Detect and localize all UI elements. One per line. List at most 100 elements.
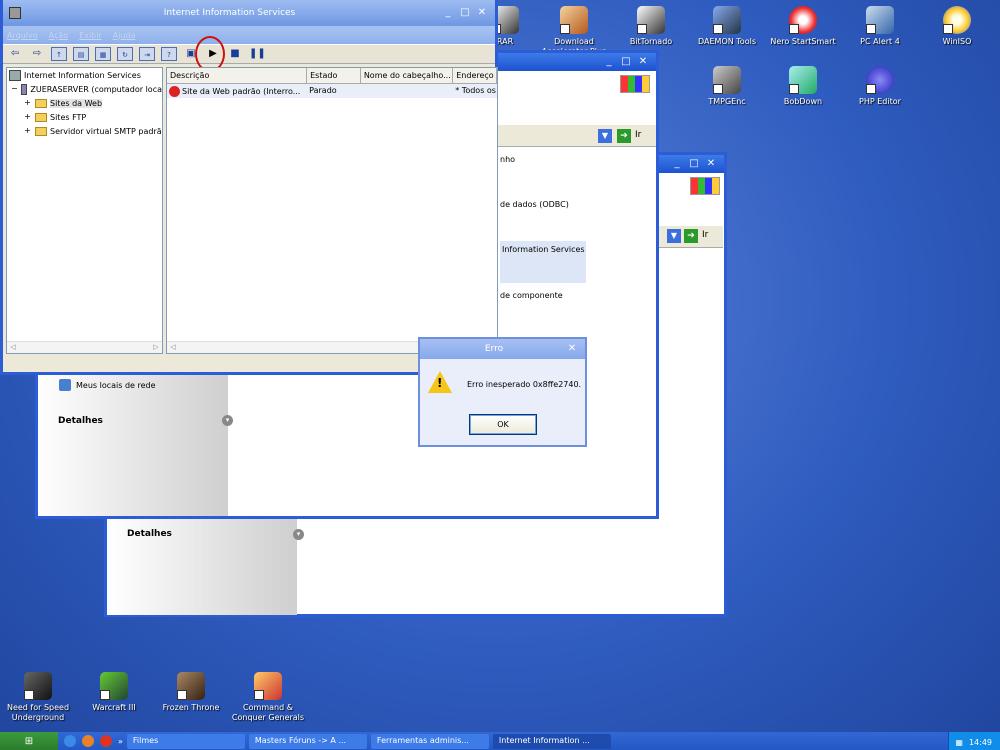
column-nome-cabecalho[interactable]: Nome do cabeçalho... — [360, 68, 454, 84]
mail-server-icon — [35, 126, 47, 136]
go-arrow-icon[interactable]: ➔ — [617, 129, 631, 143]
menu-arquivo[interactable]: Arquivo — [7, 31, 38, 40]
properties-icon[interactable]: ▦ — [95, 47, 111, 61]
panel-item-3[interactable]: Information Services — [502, 245, 585, 254]
desktop-icon-bittornado[interactable]: BitTornado — [611, 6, 691, 47]
scroll-left-icon[interactable]: ◁ — [168, 343, 178, 353]
tree-pane: Internet Information Services − ZUERASER… — [6, 67, 163, 354]
ok-button[interactable]: OK — [469, 414, 537, 435]
winiso-icon — [943, 6, 971, 34]
tree-item-sites-ftp[interactable]: + Sites FTP — [7, 110, 162, 124]
panel-item-4[interactable]: de componente — [500, 291, 563, 300]
tree-server[interactable]: − ZUERASERVER (computador loca — [7, 82, 162, 96]
menu-exibir[interactable]: Exibir — [79, 31, 102, 40]
iis-window[interactable]: Internet Information Services _ □ ✕ Arqu… — [0, 0, 498, 375]
expand-details-icon[interactable]: ▾ — [222, 415, 233, 426]
maximize-button[interactable]: □ — [687, 157, 701, 171]
nfs-icon — [24, 672, 52, 700]
iis-title: Internet Information Services — [163, 8, 296, 18]
menu-ajuda[interactable]: Ajuda — [113, 31, 136, 40]
quicklaunch-ie-icon[interactable] — [64, 735, 76, 747]
task-iis[interactable]: Internet Information ... — [492, 733, 611, 749]
start-button[interactable]: ⊞ — [0, 732, 58, 750]
tree-item-sites-web[interactable]: + Sites da Web — [7, 96, 162, 110]
stop-icon[interactable]: ■ — [227, 47, 243, 61]
go-label[interactable]: Ir — [635, 130, 641, 140]
maximize-button[interactable]: □ — [619, 55, 633, 69]
close-button[interactable]: ✕ — [565, 342, 579, 356]
clock[interactable]: 14:49 — [969, 738, 992, 747]
task-ferramentas[interactable]: Ferramentas adminis... — [370, 733, 489, 749]
desktop-icon-nero[interactable]: Nero StartSmart — [763, 6, 843, 47]
iis-titlebar[interactable]: Internet Information Services _ □ ✕ — [3, 0, 495, 26]
list-pane: Descrição Estado Nome do cabeçalho... En… — [166, 67, 498, 354]
maximize-button[interactable]: □ — [458, 6, 472, 20]
go-arrow-icon[interactable]: ➔ — [684, 229, 698, 243]
scroll-left-icon[interactable]: ◁ — [8, 343, 18, 353]
expand-icon[interactable]: + — [23, 126, 32, 136]
cnc-icon — [254, 672, 282, 700]
error-dialog-title: Erro — [484, 344, 504, 354]
windows-flag-icon: ⊞ — [24, 735, 34, 747]
expand-details-icon[interactable]: ▾ — [293, 529, 304, 540]
close-button[interactable]: ✕ — [636, 55, 650, 69]
desktop-icon-php-editor[interactable]: PHP Editor — [840, 66, 920, 107]
back-arrow-icon[interactable]: ⇦ — [7, 47, 23, 61]
row-endereco: * Todos os — [455, 86, 496, 95]
desktop-icon-pc-alert[interactable]: PC Alert 4 — [840, 6, 920, 47]
minimize-button[interactable]: _ — [441, 6, 455, 20]
network-tray-icon[interactable]: ▦ — [955, 738, 963, 747]
row-estado: Parado — [309, 86, 337, 95]
dropdown-arrow-icon[interactable]: ▼ — [598, 129, 612, 143]
column-estado[interactable]: Estado — [307, 68, 361, 84]
minimize-button[interactable]: _ — [670, 157, 684, 171]
warning-icon: ! — [428, 371, 452, 393]
expand-icon[interactable]: + — [23, 112, 32, 122]
help-icon[interactable]: ? — [161, 47, 177, 61]
desktop-icon-daemon-tools[interactable]: DAEMON Tools — [687, 6, 767, 47]
refresh-icon[interactable]: ↻ — [117, 47, 133, 61]
desktop-icon-frozen-throne[interactable]: Frozen Throne — [151, 672, 231, 713]
folder-icon — [35, 112, 47, 122]
dropdown-arrow-icon[interactable]: ▼ — [667, 229, 681, 243]
column-descricao[interactable]: Descrição — [167, 68, 308, 84]
close-button[interactable]: ✕ — [704, 157, 718, 171]
panel-item-1[interactable]: nho — [500, 155, 515, 164]
desktop-icon-nfs[interactable]: Need for Speed Underground — [0, 672, 78, 723]
task-masters-foruns[interactable]: Masters Fóruns -> A ... — [248, 733, 367, 749]
details-heading: Detalhes — [58, 416, 103, 426]
desktop-icon-cnc[interactable]: Command & Conquer Generals — [228, 672, 308, 723]
network-places-link[interactable]: Meus locais de rede — [76, 381, 156, 390]
expand-icon[interactable]: + — [23, 98, 32, 108]
show-tree-icon[interactable]: ▤ — [73, 47, 89, 61]
desktop-icon-tmpgenc[interactable]: TMPGEnc — [687, 66, 767, 107]
close-button[interactable]: ✕ — [475, 6, 489, 20]
desktop-icon-bobdown[interactable]: BobDown — [763, 66, 843, 107]
quicklaunch-expand-icon[interactable]: » — [118, 737, 123, 746]
desktop-icon-warcraft[interactable]: Warcraft III — [74, 672, 154, 713]
table-row[interactable]: Site da Web padrão (Interro... Parado * … — [167, 84, 497, 98]
forward-arrow-icon[interactable]: ⇨ — [29, 47, 45, 61]
iis-icon — [9, 69, 21, 81]
minimize-button[interactable]: _ — [602, 55, 616, 69]
scroll-right-icon[interactable]: ▷ — [151, 343, 161, 353]
quicklaunch-opera-icon[interactable] — [100, 735, 112, 747]
export-list-icon[interactable]: ⇥ — [139, 47, 155, 61]
php-editor-icon — [866, 66, 894, 94]
collapse-icon[interactable]: − — [11, 84, 18, 94]
error-dialog-titlebar[interactable]: Erro ✕ — [420, 339, 585, 359]
menu-acao[interactable]: Ação — [49, 31, 69, 40]
task-filmes[interactable]: Filmes — [126, 733, 245, 749]
system-tray: ▦ 14:49 — [948, 732, 1000, 750]
pause-icon[interactable]: ❚❚ — [249, 47, 266, 61]
tree-root[interactable]: Internet Information Services — [7, 68, 162, 82]
go-label[interactable]: Ir — [702, 230, 708, 240]
tree-item-smtp[interactable]: + Servidor virtual SMTP padrã — [7, 124, 162, 138]
up-folder-icon[interactable]: ↑ — [51, 47, 67, 61]
tree-scrollbar[interactable]: ◁ ▷ — [7, 341, 162, 353]
column-endereco[interactable]: Endereço — [453, 68, 497, 84]
panel-item-2[interactable]: de dados (ODBC) — [500, 200, 569, 209]
quicklaunch-firefox-icon[interactable] — [82, 735, 94, 747]
error-dialog[interactable]: Erro ✕ ! Erro inesperado 0x8ffe2740. OK — [418, 337, 587, 447]
desktop-icon-winiso[interactable]: WinISO — [917, 6, 997, 47]
